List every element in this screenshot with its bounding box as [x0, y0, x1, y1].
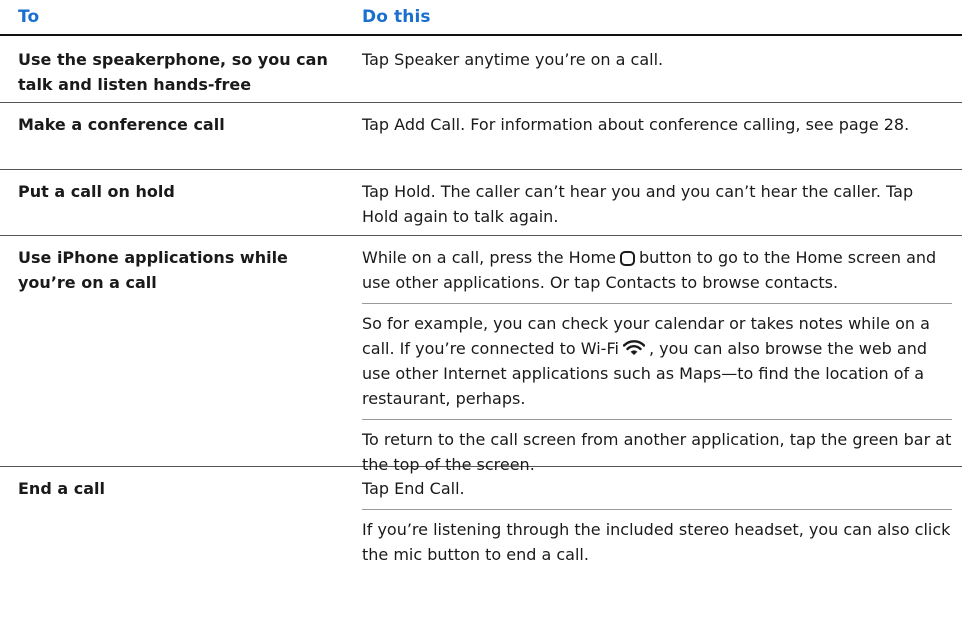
table-row: Use the speakerphone, so you can talk an… — [0, 36, 962, 103]
row-instructions: Tap Speaker anytime you’re on a call. — [348, 47, 962, 96]
header-to: To — [18, 7, 40, 27]
table-row: Make a conference call Tap Add Call. For… — [0, 103, 962, 170]
row-action: Put a call on hold — [18, 182, 175, 201]
row-action: Make a conference call — [18, 115, 225, 134]
row-instructions: Tap Hold. The caller can’t hear you and … — [348, 179, 962, 227]
row-instructions: Tap Add Call. For information about conf… — [348, 112, 962, 161]
instruction-paragraph: To return to the call screen from anothe… — [362, 419, 952, 477]
row-instructions: Tap End Call. If you’re listening throug… — [348, 476, 962, 567]
table-row: Use iPhone applications while you’re on … — [0, 236, 962, 474]
table-row: End a call Tap End Call. If you’re liste… — [0, 467, 962, 576]
row-action: Use the speakerphone, so you can talk an… — [18, 50, 328, 94]
instruction-paragraph: While on a call, press the Home button to… — [362, 245, 952, 295]
table-header-row: To Do this — [0, 0, 962, 36]
header-do-this: Do this — [362, 7, 431, 27]
row-action: Use iPhone applications while you’re on … — [18, 248, 288, 292]
row-action: End a call — [18, 479, 105, 498]
wifi-icon — [622, 340, 645, 355]
instruction-text-start: While on a call, press the Home — [362, 248, 616, 267]
instruction-paragraph: So for example, you can check your calen… — [362, 303, 952, 411]
instruction-text: Tap Add Call. For information about conf… — [362, 115, 910, 134]
table-row: Put a call on hold Tap Hold. The caller … — [0, 170, 962, 236]
home-button-icon — [619, 251, 635, 266]
instruction-text: Tap End Call. — [362, 479, 465, 498]
instruction-text: Tap Hold. The caller can’t hear you and … — [362, 182, 914, 226]
instruction-text: If you’re listening through the included… — [362, 509, 952, 567]
instruction-text: Tap Speaker anytime you’re on a call. — [362, 50, 664, 69]
actions-table: To Do this Use the speakerphone, so you … — [0, 0, 968, 576]
row-instructions: While on a call, press the Home button to… — [348, 245, 962, 474]
